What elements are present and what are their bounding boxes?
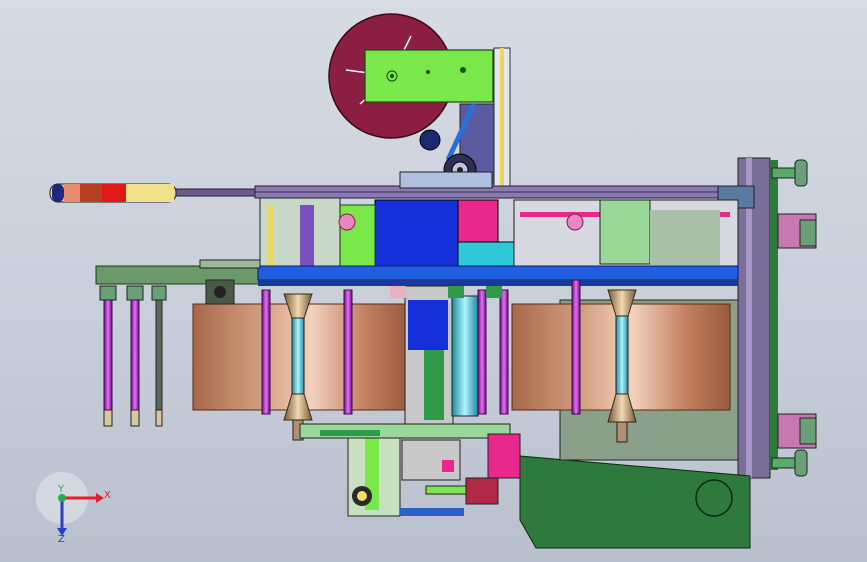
right-upper-frame [513, 199, 739, 271]
left-cylinder-1 [99, 285, 117, 427]
x-axis-label: X [104, 490, 111, 501]
cad-viewport[interactable]: X Y Z [0, 0, 867, 562]
central-blue-housing [339, 199, 515, 277]
upper-mount-plate [364, 49, 494, 103]
coordinate-triad: X Y Z [36, 472, 111, 545]
y-axis-dot [58, 494, 66, 502]
left-cylinder-3 [151, 285, 167, 427]
top-shaft-assembly [49, 171, 746, 203]
y-axis-label: Y [57, 484, 65, 495]
lower-drive-assembly [299, 423, 521, 517]
left-cylinder-2 [126, 285, 144, 427]
right-clamp-upper [777, 213, 817, 249]
right-clamp-lower [777, 413, 817, 449]
central-spindle [404, 285, 479, 427]
z-axis-label: Z [58, 534, 65, 545]
machine-assembly-drawing: X Y Z [36, 13, 817, 549]
